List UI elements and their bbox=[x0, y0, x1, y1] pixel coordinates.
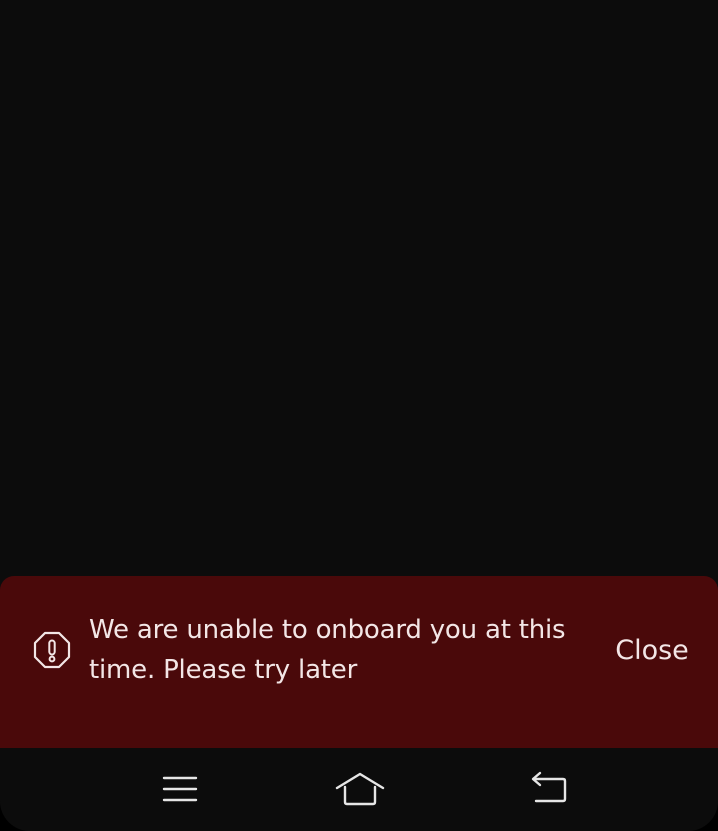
back-button[interactable] bbox=[518, 768, 578, 812]
system-navigation-bar bbox=[0, 748, 718, 831]
recent-apps-icon bbox=[150, 768, 210, 812]
home-button[interactable] bbox=[330, 768, 390, 812]
recent-apps-button[interactable] bbox=[150, 768, 210, 812]
content-area bbox=[0, 0, 718, 576]
back-icon bbox=[518, 768, 578, 812]
home-icon bbox=[330, 768, 390, 812]
close-button[interactable]: Close bbox=[600, 628, 704, 674]
snackbar-message: We are unable to onboard you at this tim… bbox=[89, 615, 566, 685]
alert-octagon-icon bbox=[33, 631, 71, 669]
phone-screen: We are unable to onboard you at this tim… bbox=[0, 0, 718, 831]
